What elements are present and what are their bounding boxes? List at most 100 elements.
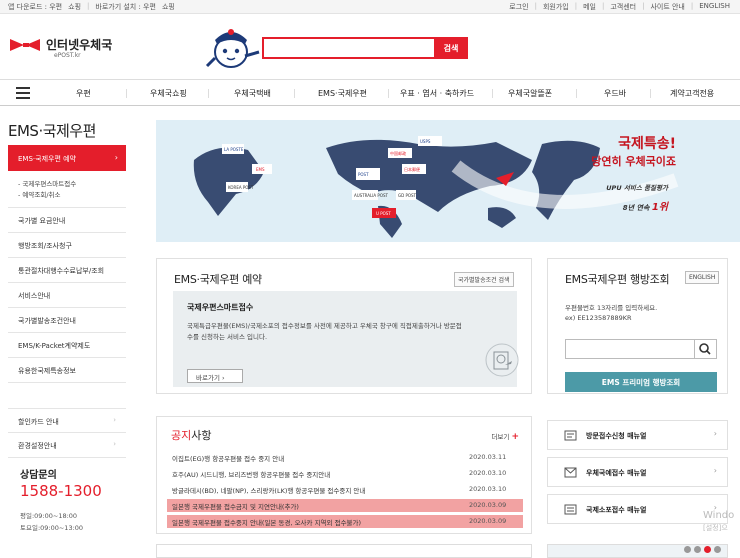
notice-row[interactable]: 일본행 국제우편물 접수금지 및 지연안내(추가) 2020.03.09 [167,499,523,512]
document-icon [564,430,577,441]
premium-tracking-button[interactable]: EMS 프리미엄 행방조회 [565,372,717,392]
sidebar-item-tracking[interactable]: 행방조회/조사청구 [8,233,126,258]
cs-hours: 평일:09:00~18:00 토요일:09:00~13:00 [20,510,83,534]
more-label: 더보기 [491,433,510,441]
svg-text:U POST: U POST [376,211,391,216]
side-nav: EMS·국제우편 예약 › - 국제우편스마트접수 - 예약조회/취소 국가별 … [8,145,126,383]
mail-link[interactable]: 메일 [583,2,596,12]
sidebar-item-label: 할인카드 안내 [18,418,59,426]
notice-row-date: 2020.03.11 [469,453,507,461]
english-link[interactable]: ENGLISH [699,2,730,12]
shortcut-shopping-link[interactable]: 쇼핑 [162,2,175,12]
hamburger-menu-icon[interactable] [16,87,30,99]
visit-pickup-manual[interactable]: 방문접수신청 매뉴얼 › [547,420,728,450]
chevron-right-icon: › [113,440,116,448]
tracking-example: ex) EE123587889KR [565,314,632,322]
notice-row-title: 호주(AU) 시드니행, 브리즈번행 항공우편물 접수 중지안내 [172,471,331,479]
banner-subtitle: 당연히 우체국이죠 [591,155,676,168]
envelope-icon [564,467,577,478]
sidebar-item-label: 환경설정안내 [18,442,57,450]
svg-text:USPS: USPS [420,139,431,144]
notice-row-title: 이집트(EG)행 항공우편물 접수 중지 안내 [172,455,285,463]
sidebar-item-discount-card[interactable]: 할인카드 안내 › [8,408,126,433]
notice-row-title: 방글라데시(BD), 네팔(NP), 스리랑카(LK)행 항공우편물 접수중지 … [172,487,366,495]
site-logo[interactable]: 인터넷우체국 ePOST.kr [10,36,112,59]
sidebar-item-settings[interactable]: 환경설정안내 › [8,433,126,458]
tracking-search-button[interactable] [695,339,717,359]
gnb-item-contract[interactable]: 계약고객전용 [670,88,714,99]
notice-row-date: 2020.03.09 [469,517,507,525]
banner-rank-years: 8년 연속 [622,204,650,212]
sidebar-item-ems-reservation[interactable]: EMS·국제우편 예약 › [8,145,126,171]
svg-text:日本郵便: 日本郵便 [404,166,420,172]
sidebar-item-customs[interactable]: 통관절차대행수수료납부/조회 [8,258,126,283]
watermark-line: Windo [703,510,735,521]
sidebar-item-services[interactable]: 서비스안내 [8,283,126,308]
manual-label: 우체국예접수 매뉴얼 [586,469,647,477]
gnb-item-mobile[interactable]: 우체국알뜰폰 [508,88,552,99]
more-link[interactable]: 더보기 + [491,431,519,442]
sidebar-item-contract[interactable]: EMS/K-Packet계약제도 [8,333,126,358]
cs-phone: 1588-1300 [20,482,102,500]
gnb-item-shopping[interactable]: 우체국쇼핑 [150,88,187,99]
gnb-item-woodba[interactable]: 우드바 [604,88,626,99]
parcel-intake-manual[interactable]: 국제소포접수 매뉴얼 › [547,494,728,524]
slider-dots[interactable] [684,546,721,553]
banner-note: UPU 서비스 품질평가 [606,184,668,192]
svg-text:AUSTRALIA POST: AUSTRALIA POST [354,193,389,198]
english-tracking-button[interactable]: ENGLISH [685,271,720,284]
banner-title: 국제특송! [618,136,676,152]
smart-intake-title: 국제우편스마트접수 [187,303,254,312]
go-button[interactable]: 바로가기 › [187,369,243,383]
sidebar-item-rates[interactable]: 국가별 요금안내 [8,208,126,233]
customer-center-link[interactable]: 고객센터 [610,2,636,12]
app-shopping-link[interactable]: 쇼핑 [68,2,81,12]
smart-intake-panel: 국제우편스마트접수 국제특급우편물(EMS)/국제소포의 접수정보를 사전에 제… [173,291,519,387]
app-download-label[interactable]: 앱 다운로드 : 우편 [8,2,62,12]
chevron-right-icon: › [713,466,717,475]
slider-dot[interactable] [684,546,691,553]
notice-row[interactable]: 방글라데시(BD), 네팔(NP), 스리랑카(LK)행 항공우편물 접수중지 … [167,483,523,496]
manual-label: 국제소포접수 매뉴얼 [586,506,647,514]
notice-row-title: 일본행 국제우편물 접수중지 안내(일본 동경, 오사카 지역외 접수불가) [172,519,362,527]
shortcut-install-label[interactable]: 바로가기 설치 : 우편 [95,2,156,12]
slider-dot[interactable] [694,546,701,553]
card-title: EMS국제우편 행방조회 [565,273,670,286]
notice-row[interactable]: 호주(AU) 시드니행, 브리즈번행 항공우편물 접수 중지안내 2020.03.… [167,467,523,480]
tracking-help: 우편물번호 13자리를 입력하세요. ex) EE123587889KR [565,303,657,323]
ems-reservation-card: EMS·국제우편 예약 국가별발송조건 검색 국제우편스마트접수 국제특급우편물… [156,258,532,394]
tracking-number-input[interactable] [565,339,695,359]
sidebar-item-conditions[interactable]: 국가별발송조건안내 [8,308,126,333]
slider-dot[interactable] [714,546,721,553]
tracking-help-line: 우편물번호 13자리를 입력하세요. [565,304,658,312]
gnb-item-parcel[interactable]: 우체국택배 [234,88,271,99]
go-label: 바로가기 [196,374,220,382]
notice-row[interactable]: 일본행 국제우편물 접수중지 안내(일본 동경, 오사카 지역외 접수불가) 20… [167,515,523,528]
gnb-item-ems[interactable]: EMS·국제우편 [318,88,367,99]
country-conditions-button[interactable]: 국가별발송조건 검색 [454,272,514,287]
gnb-item-stamps[interactable]: 우표 · 엽서 · 축하카드 [400,88,474,99]
site-guide-link[interactable]: 사이트 안내 [650,2,684,12]
search-button[interactable]: 검색 [434,37,468,59]
banner-rank-value: 1위 [651,202,668,213]
slider-dot-active[interactable] [704,546,711,553]
promo-banner[interactable]: LA POSTE EMS KOREA POST POST 中国邮政 日本郵便 U… [156,120,740,242]
bottom-card [156,544,532,558]
side-nav-secondary: 할인카드 안내 › 환경설정안내 › [8,408,126,458]
chevron-right-icon: › [113,416,116,424]
global-nav: 우편 우체국쇼핑 우체국택배 EMS·국제우편 우표 · 엽서 · 축하카드 우… [0,79,740,106]
smart-intake-desc: 국제특급우편물(EMS)/국제소포의 접수정보를 사전에 제공하고 우체국 창구… [187,322,462,341]
notice-row[interactable]: 이집트(EG)행 항공우편물 접수 중지 안내 2020.03.11 [167,451,523,464]
brand-sub: ePOST.kr [54,52,81,59]
sidebar-sub-reservation-lookup[interactable]: - 예약조회/취소 [18,190,126,201]
gnb-item-post[interactable]: 우편 [76,88,91,99]
preregistration-manual[interactable]: 우체국예접수 매뉴얼 › [547,457,728,487]
post-logo-icon [10,38,40,51]
svg-text:GD POST: GD POST [398,193,417,198]
sidebar-item-info[interactable]: 유용한국제특송정보 [8,358,126,383]
notice-title: 공지사항 [171,427,212,443]
notice-row-title: 일본행 국제우편물 접수금지 및 지연안내(추가) [172,503,299,511]
login-link[interactable]: 로그인 [509,2,528,12]
signup-link[interactable]: 회원가입 [543,2,569,12]
sidebar-sub-smart-intake[interactable]: - 국제우편스마트접수 [18,179,126,190]
